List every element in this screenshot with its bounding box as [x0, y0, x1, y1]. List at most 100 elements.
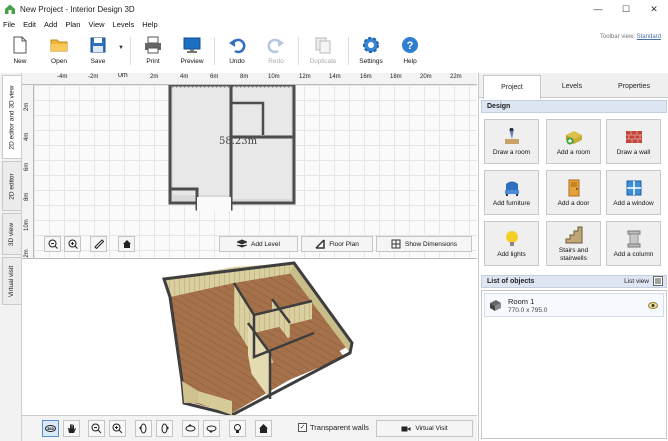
- draw-room-label: Draw a room: [492, 148, 531, 156]
- transparent-walls-toggle[interactable]: ✓ Transparent walls: [298, 423, 369, 432]
- add-room-button[interactable]: Add a room: [546, 119, 601, 164]
- home-view-button[interactable]: [118, 236, 135, 252]
- toolbar-view-value[interactable]: Standard: [637, 34, 661, 40]
- toolbar-view-selector[interactable]: Toolbar view: Standard: [600, 34, 661, 40]
- add-door-button[interactable]: Add a door: [546, 170, 601, 215]
- tab-virtual-visit[interactable]: Virtual visit: [2, 257, 21, 305]
- zoom-in-button[interactable]: [64, 236, 81, 252]
- duplicate-button[interactable]: Duplicate: [305, 33, 341, 69]
- undo-button[interactable]: Undo: [219, 33, 255, 69]
- save-dropdown-chevron-icon[interactable]: ▼: [118, 45, 124, 51]
- tab-levels[interactable]: Levels: [543, 75, 601, 98]
- view-3d-toolbar: 360 ✓ Transparent walls Virtual Visit: [22, 415, 477, 441]
- ruler-tick-label: 14m: [329, 74, 341, 80]
- redo-button[interactable]: Redo: [258, 33, 294, 69]
- menu-edit[interactable]: Edit: [23, 20, 36, 29]
- maximize-button[interactable]: ☐: [612, 0, 640, 18]
- draw-room-icon: [504, 127, 519, 144]
- duplicate-label: Duplicate: [309, 58, 337, 65]
- add-furniture-label: Add furniture: [492, 199, 531, 207]
- measure-button[interactable]: [90, 236, 107, 252]
- view-mode-tabs: 2D editor and 3D view 2D editor 3D view …: [0, 73, 22, 441]
- room-object-icon: [490, 300, 501, 311]
- settings-button[interactable]: Settings: [353, 33, 389, 69]
- tab-3d-view[interactable]: 3D view: [2, 213, 21, 255]
- menu-levels[interactable]: Levels: [113, 20, 135, 29]
- draw-wall-button[interactable]: Draw a wall: [606, 119, 661, 164]
- design-section-heading: Design: [481, 100, 667, 113]
- menu-view[interactable]: View: [88, 20, 104, 29]
- tilt-down-icon: [206, 425, 217, 433]
- rotate-left-button[interactable]: [135, 420, 152, 437]
- add-column-button[interactable]: Add a column: [606, 221, 661, 266]
- view-3d[interactable]: [22, 259, 477, 441]
- print-button[interactable]: Print: [135, 33, 171, 69]
- add-column-label: Add a column: [613, 250, 654, 258]
- floor-plan-icon: [315, 239, 325, 249]
- rotate-360-button[interactable]: 360: [42, 420, 59, 437]
- undo-icon: [229, 38, 246, 54]
- window-icon: [626, 180, 641, 196]
- rotate-left-icon: [139, 423, 147, 434]
- add-level-button[interactable]: Add Level: [219, 236, 298, 252]
- tilt-down-button[interactable]: [203, 420, 220, 437]
- zoom-out-3d-button[interactable]: [88, 420, 105, 437]
- virtual-visit-button[interactable]: Virtual Visit: [376, 420, 473, 437]
- room-area-label: 58.23m: [219, 136, 258, 147]
- floor-plan-button[interactable]: Floor Plan: [301, 236, 373, 252]
- svg-text:360: 360: [47, 426, 54, 431]
- floor-plan-drawing[interactable]: [167, 85, 297, 213]
- redo-icon: [267, 38, 284, 54]
- help-button[interactable]: ? Help: [392, 33, 428, 69]
- open-button[interactable]: Open: [41, 33, 77, 69]
- transparent-walls-checkbox[interactable]: ✓: [298, 423, 307, 432]
- zoom-in-icon: [112, 423, 123, 434]
- tab-project[interactable]: Project: [483, 75, 541, 99]
- svg-text:?: ?: [407, 40, 414, 52]
- draw-room-button[interactable]: Draw a room: [484, 119, 539, 164]
- save-button[interactable]: Save: [80, 33, 116, 69]
- add-lights-label: Add lights: [497, 250, 526, 258]
- add-furniture-button[interactable]: Add furniture: [484, 170, 539, 215]
- ruler-tick-label: 6m: [210, 74, 219, 80]
- visibility-eye-icon[interactable]: [648, 302, 658, 309]
- menu-file[interactable]: File: [3, 20, 15, 29]
- show-dimensions-button[interactable]: Show Dimensions: [376, 236, 472, 252]
- home-3d-button[interactable]: [255, 420, 272, 437]
- new-button[interactable]: New: [2, 33, 38, 69]
- lighting-button[interactable]: [229, 420, 246, 437]
- add-window-button[interactable]: Add a window: [606, 170, 661, 215]
- list-view-toggle[interactable]: List view: [624, 276, 663, 286]
- tab-properties[interactable]: Properties: [603, 75, 665, 98]
- ruler-tick-label: 4m: [24, 132, 30, 141]
- ruler-tick-label: 2m: [24, 102, 30, 111]
- draw-wall-label: Draw a wall: [616, 148, 651, 156]
- preview-button[interactable]: Preview: [174, 33, 210, 69]
- house-3d-model[interactable]: [22, 259, 477, 417]
- objects-list[interactable]: Room 1 770.0 x 795.0: [481, 290, 667, 439]
- zoom-in-3d-button[interactable]: [109, 420, 126, 437]
- menu-help[interactable]: Help: [142, 20, 157, 29]
- tilt-up-button[interactable]: [182, 420, 199, 437]
- pan-button[interactable]: [63, 420, 80, 437]
- editor-2d[interactable]: 58.23m -4m -2m 0m 2m 4m 6m 8m 10m 12m 14…: [22, 73, 477, 259]
- tab-2d-editor[interactable]: 2D editor: [2, 161, 21, 211]
- zoom-out-button[interactable]: [44, 236, 61, 252]
- video-camera-icon: [401, 426, 411, 431]
- undo-label: Undo: [229, 58, 245, 65]
- floppy-disk-icon: [90, 37, 106, 53]
- rotate-right-button[interactable]: [156, 420, 173, 437]
- list-item[interactable]: Room 1 770.0 x 795.0: [484, 293, 664, 317]
- menu-plan[interactable]: Plan: [65, 20, 80, 29]
- ruler-vertical: 2m 4m 6m 8m 10m 12m: [22, 85, 34, 258]
- ruler-tick-label: 2m: [150, 74, 159, 80]
- close-button[interactable]: ✕: [640, 0, 668, 18]
- tab-2d-and-3d[interactable]: 2D editor and 3D view: [2, 75, 21, 159]
- tab-label: Virtual visit: [8, 265, 16, 297]
- add-lights-button[interactable]: Add lights: [484, 221, 539, 266]
- minimize-button[interactable]: —: [584, 0, 612, 18]
- menu-add[interactable]: Add: [44, 20, 57, 29]
- app-icon: [5, 4, 15, 14]
- hand-icon: [68, 424, 76, 433]
- stairs-button[interactable]: Stairs and stairwells: [546, 221, 601, 266]
